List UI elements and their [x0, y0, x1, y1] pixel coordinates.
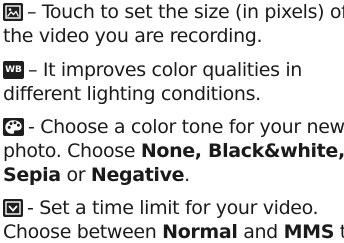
line: different lighting conditions. [3, 82, 344, 106]
white-balance-text-line2: different lighting conditions. [3, 83, 261, 105]
duration-icon [3, 199, 23, 217]
option-mms: MMS [283, 221, 335, 243]
video-size-description: – Touch to set the size (in pixels) of t… [3, 0, 344, 48]
option-none: None, [140, 140, 208, 162]
line: - Choose a color tone for your new [3, 115, 344, 139]
color-effect-description: - Choose a color tone for your new photo… [3, 115, 344, 187]
to-text: to [339, 221, 344, 243]
color-effect-text-line2: photo. Choose [3, 140, 141, 162]
and-text: and [237, 221, 284, 243]
duration-text-line1: - Set a time limit for your video. [27, 197, 319, 219]
or-text: or [60, 164, 91, 186]
color-effect-text-line1: - Choose a color tone for your new [28, 116, 344, 138]
line: the video you are recording. [3, 24, 344, 48]
color-effect-palette-icon [3, 118, 24, 136]
option-negative: Negative [90, 164, 185, 186]
white-balance-icon-label: WB [5, 65, 22, 75]
line: photo. Choose None, Black&white, [3, 139, 344, 163]
video-size-text-line2: the video you are recording. [3, 25, 263, 47]
white-balance-icon: WB [3, 61, 24, 79]
duration-text-line2: Choose between [3, 221, 163, 243]
duration-description: - Set a time limit for your video. Choos… [3, 196, 344, 243]
white-balance-description: WB – It improves color qualities in diffe… [3, 58, 344, 106]
white-balance-text-line1: – It improves color qualities in [28, 59, 302, 81]
period-text: . [184, 164, 190, 186]
video-size-icon [3, 3, 23, 21]
line: Sepia or Negative. [3, 163, 344, 187]
line: – Touch to set the size (in pixels) of [3, 0, 344, 24]
option-black-white: Black&white, [207, 140, 344, 162]
manual-page: – Touch to set the size (in pixels) of t… [0, 0, 344, 243]
video-size-text-line1: – Touch to set the size (in pixels) of [27, 1, 344, 23]
line: Choose between Normal and MMS to [3, 220, 344, 243]
option-normal: Normal [162, 221, 238, 243]
option-sepia: Sepia [3, 164, 61, 186]
line: WB – It improves color qualities in [3, 58, 344, 82]
line: - Set a time limit for your video. [3, 196, 344, 220]
